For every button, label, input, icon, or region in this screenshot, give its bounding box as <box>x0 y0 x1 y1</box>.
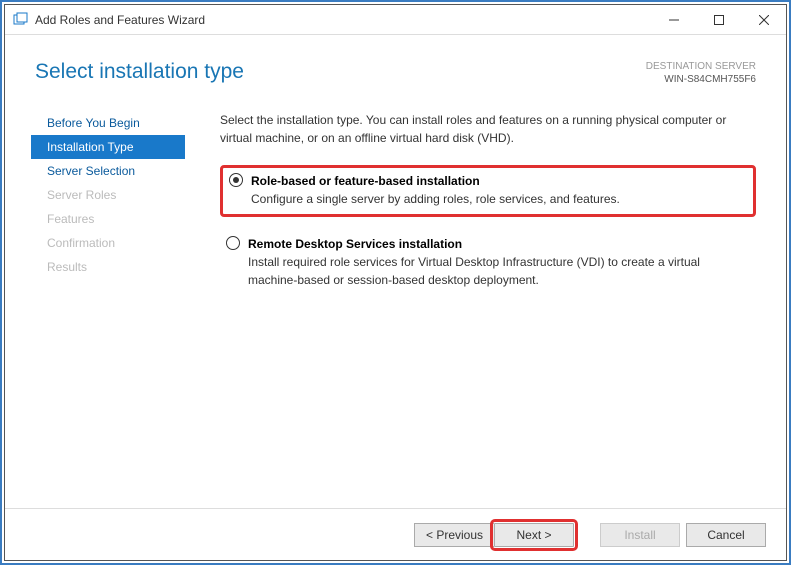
intro-text: Select the installation type. You can in… <box>220 111 756 147</box>
close-button[interactable] <box>741 5 786 34</box>
footer: < Previous Next > Install Cancel <box>5 508 786 560</box>
sidebar: Before You Begin Installation Type Serve… <box>5 96 185 508</box>
minimize-button[interactable] <box>651 5 696 34</box>
window-title: Add Roles and Features Wizard <box>35 13 651 27</box>
header: Select installation type DESTINATION SER… <box>5 35 786 96</box>
destination-name: WIN-S84CMH755F6 <box>646 73 756 86</box>
sidebar-item-installation-type[interactable]: Installation Type <box>31 135 185 159</box>
option-title: Remote Desktop Services installation <box>248 235 752 253</box>
next-button[interactable]: Next > <box>494 523 574 547</box>
destination-server-block: DESTINATION SERVER WIN-S84CMH755F6 <box>646 60 756 86</box>
option-text: Remote Desktop Services installation Ins… <box>248 235 752 289</box>
sidebar-item-results: Results <box>35 255 185 279</box>
option-title: Role-based or feature-based installation <box>251 172 745 190</box>
wizard-window: Add Roles and Features Wizard Select ins… <box>4 4 787 561</box>
radio-remote-desktop[interactable] <box>226 236 240 250</box>
sidebar-item-server-selection[interactable]: Server Selection <box>35 159 185 183</box>
previous-button[interactable]: < Previous <box>414 523 494 547</box>
app-icon <box>13 12 29 28</box>
sidebar-item-features: Features <box>35 207 185 231</box>
nav-button-group: < Previous Next > <box>414 523 574 547</box>
radio-role-based[interactable] <box>229 173 243 187</box>
outer-highlight-frame: Add Roles and Features Wizard Select ins… <box>0 0 791 565</box>
body: Before You Begin Installation Type Serve… <box>5 96 786 508</box>
option-role-based[interactable]: Role-based or feature-based installation… <box>220 165 756 217</box>
page-title: Select installation type <box>35 60 244 84</box>
option-text: Role-based or feature-based installation… <box>251 172 745 208</box>
maximize-button[interactable] <box>696 5 741 34</box>
cancel-button[interactable]: Cancel <box>686 523 766 547</box>
titlebar: Add Roles and Features Wizard <box>5 5 786 35</box>
option-desc: Install required role services for Virtu… <box>248 253 752 289</box>
sidebar-item-before-you-begin[interactable]: Before You Begin <box>35 111 185 135</box>
sidebar-item-server-roles: Server Roles <box>35 183 185 207</box>
window-controls <box>651 5 786 34</box>
option-desc: Configure a single server by adding role… <box>251 190 745 208</box>
destination-label: DESTINATION SERVER <box>646 60 756 73</box>
sidebar-item-confirmation: Confirmation <box>35 231 185 255</box>
option-remote-desktop[interactable]: Remote Desktop Services installation Ins… <box>220 231 756 295</box>
content-pane: Select the installation type. You can in… <box>185 96 786 508</box>
install-button: Install <box>600 523 680 547</box>
